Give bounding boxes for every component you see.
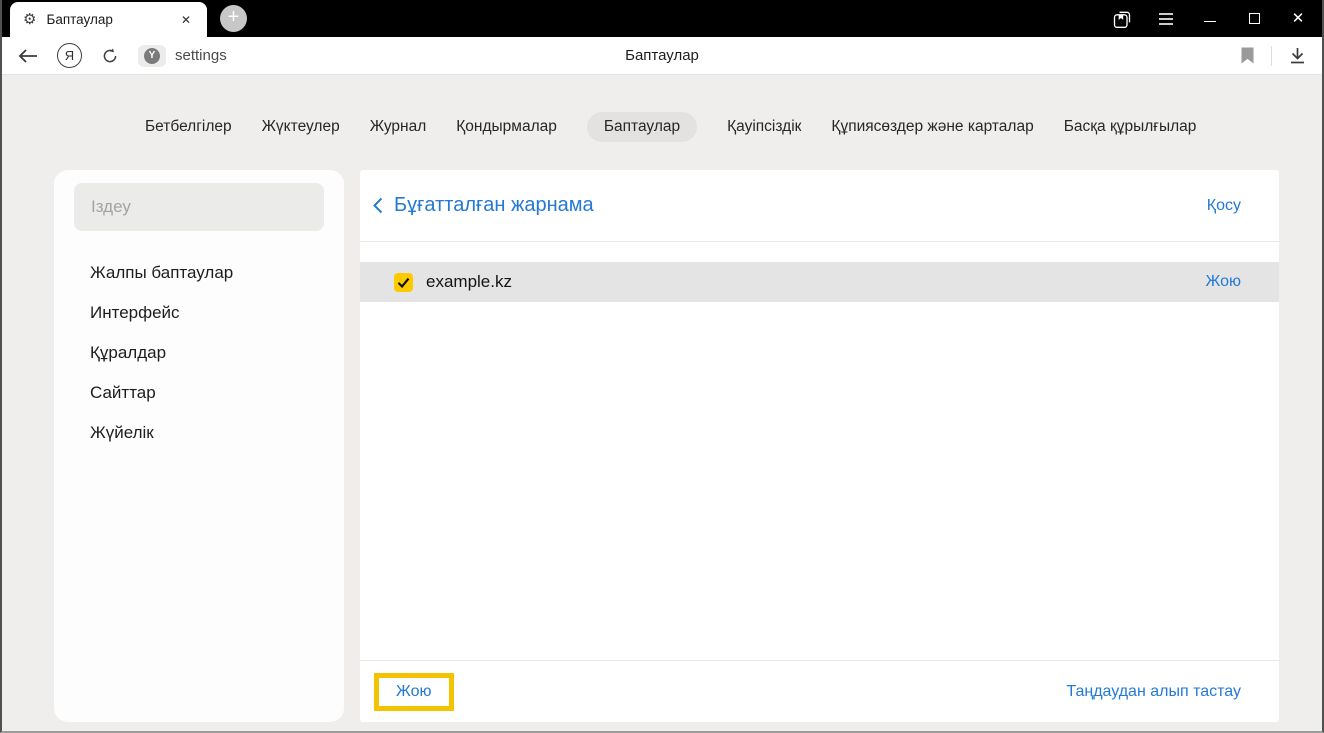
toolbar-right [1241, 45, 1306, 66]
panel-footer: Жою Таңдаудан алып тастау [360, 660, 1279, 722]
blocked-domain: example.kz [426, 272, 512, 291]
sidebar-item-general[interactable]: Жалпы баптаулар [90, 253, 324, 293]
sidebar-item-sites[interactable]: Сайттар [90, 373, 324, 413]
nav-tab-other-devices[interactable]: Басқа құрылғылар [1064, 112, 1197, 142]
protect-badge[interactable]: Y settings [138, 44, 227, 67]
chevron-left-icon [373, 197, 383, 214]
search-input[interactable] [74, 183, 324, 231]
row-checkbox-checked[interactable] [394, 272, 413, 292]
deselect-all-link[interactable]: Таңдаудан алып тастау [1066, 683, 1241, 701]
nav-tab-history[interactable]: Журнал [370, 112, 427, 142]
sidebar-item-interface[interactable]: Интерфейс [90, 293, 324, 333]
gear-icon: ⚙ [23, 11, 37, 28]
toolbar-divider [1271, 45, 1272, 66]
nav-tab-bookmarks[interactable]: Бетбелгілер [145, 112, 232, 142]
nav-tab-extensions[interactable]: Қондырмалар [456, 112, 557, 142]
settings-sidebar: Жалпы баптаулар Интерфейс Құралдар Сайтт… [54, 170, 344, 722]
browser-window: ⚙ Баптаулар ✕ + ✕ Я Y settings Баптаулар… [0, 0, 1324, 733]
protect-icon: Y [138, 44, 166, 67]
menu-icon[interactable] [1144, 0, 1188, 37]
back-button[interactable]: Бұғатталған жарнама [373, 194, 594, 217]
settings-page: Бетбелгілер Жүктеулер Журнал Қондырмалар… [2, 75, 1322, 731]
toolbar-left: Я Y settings [18, 43, 227, 68]
delete-selected-button[interactable]: Жою [396, 683, 432, 700]
tab-close-icon[interactable]: ✕ [177, 11, 195, 29]
reload-icon[interactable] [101, 47, 119, 65]
new-tab-button[interactable]: + [220, 5, 247, 32]
browser-tab[interactable]: ⚙ Баптаулар ✕ [10, 2, 207, 37]
nav-tab-downloads[interactable]: Жүктеулер [262, 112, 340, 142]
side-panel-icon[interactable] [1100, 0, 1144, 37]
address-bar: Я Y settings Баптаулар [2, 37, 1322, 75]
blocked-site-row[interactable]: example.kz Жою [360, 262, 1279, 302]
downloads-icon[interactable] [1289, 47, 1306, 64]
maximize-button[interactable] [1232, 0, 1276, 37]
tab-strip: ⚙ Баптаулар ✕ + ✕ [2, 0, 1322, 37]
minimize-button[interactable] [1188, 0, 1232, 37]
nav-tab-security[interactable]: Қауіпсіздік [727, 112, 801, 142]
empty-list-area [360, 302, 1279, 660]
settings-nav: Бетбелгілер Жүктеулер Журнал Қондырмалар… [145, 112, 1196, 142]
sidebar-menu: Жалпы баптаулар Интерфейс Құралдар Сайтт… [74, 253, 324, 453]
row-delete-link[interactable]: Жою [1206, 273, 1242, 291]
blocked-ads-panel: Бұғатталған жарнама Қосу example.kz Жою … [360, 170, 1279, 722]
yandex-logo-icon[interactable]: Я [57, 43, 82, 68]
panel-header: Бұғатталған жарнама Қосу [360, 170, 1279, 242]
back-icon[interactable] [18, 48, 38, 63]
tab-title: Баптаулар [46, 12, 113, 27]
url-text: settings [175, 47, 227, 64]
nav-tab-passwords[interactable]: Құпиясөздер және карталар [831, 112, 1033, 142]
add-link[interactable]: Қосу [1207, 197, 1241, 215]
sidebar-item-tools[interactable]: Құралдар [90, 333, 324, 373]
panel-title: Бұғатталған жарнама [394, 194, 594, 216]
bookmark-icon[interactable] [1241, 47, 1254, 64]
window-controls: ✕ [1100, 0, 1320, 37]
nav-tab-settings[interactable]: Баптаулар [586, 112, 698, 142]
sidebar-item-system[interactable]: Жүйелік [90, 413, 324, 453]
close-button[interactable]: ✕ [1276, 0, 1320, 37]
delete-highlight-box: Жою [374, 672, 454, 711]
